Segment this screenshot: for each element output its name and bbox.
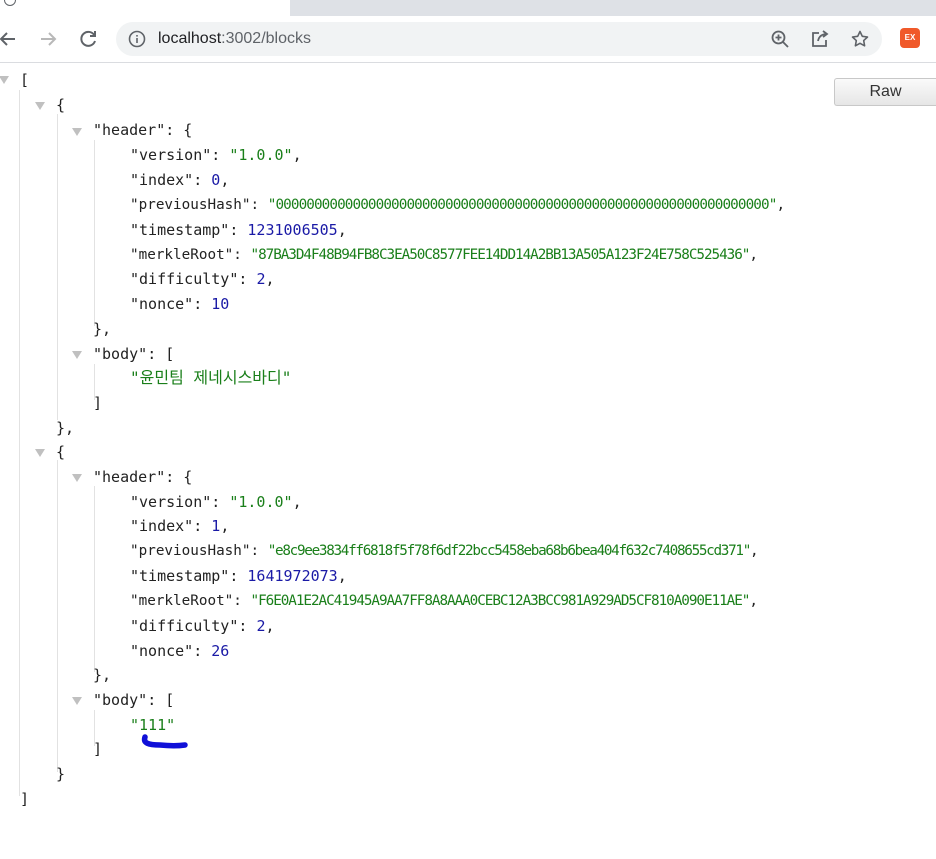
collapse-root-icon[interactable] xyxy=(0,76,9,84)
url-path: :3002/blocks xyxy=(221,30,311,47)
underline-annotation xyxy=(141,734,188,749)
json-line: ] xyxy=(93,740,103,758)
json-line: "윤민팀 제네시스바디" xyxy=(130,366,291,390)
json-line: }, xyxy=(93,666,112,684)
json-value: "000000000000000000000000000000000000000… xyxy=(267,197,778,213)
collapse-header-1-icon[interactable] xyxy=(72,474,82,482)
url-host: localhost xyxy=(158,30,222,47)
json-line: "body": [ xyxy=(93,345,175,363)
url-text[interactable]: localhost:3002/blocks xyxy=(158,22,311,56)
json-line: "previousHash": "e8c9ee3834ff6818f5f78f6… xyxy=(130,543,759,559)
json-value: "1.0.0" xyxy=(229,146,293,164)
json-line: }, xyxy=(93,320,112,338)
reload-button[interactable] xyxy=(76,27,100,51)
json-line: "nonce": 10 xyxy=(130,295,230,313)
json-line: "timestamp": 1231006505, xyxy=(130,221,347,239)
json-value: "윤민팀 제네시스바디" xyxy=(130,368,292,387)
back-button[interactable] xyxy=(0,27,20,51)
json-value: "F6E0A1E2AC41945A9AA7FF8A8AAA0CEBC12A3BC… xyxy=(250,593,751,609)
json-line: "header": { xyxy=(93,468,193,486)
json-value: 10 xyxy=(211,295,230,313)
json-line: "difficulty": 2, xyxy=(130,617,275,635)
forward-icon xyxy=(41,32,57,46)
address-bar[interactable]: localhost:3002/blocks xyxy=(116,22,882,56)
indent-guide xyxy=(57,460,58,772)
active-tab[interactable] xyxy=(0,0,290,16)
tab-favicon-icon xyxy=(4,0,16,6)
indent-guide xyxy=(57,114,58,420)
forward-button[interactable] xyxy=(36,27,60,51)
json-line: { xyxy=(56,96,66,114)
json-value: 1 xyxy=(211,517,221,535)
json-value: 1231006505 xyxy=(247,221,338,239)
json-value: "e8c9ee3834ff6818f5f78f6df22bcc5458eba68… xyxy=(267,543,752,559)
json-line: "version": "1.0.0", xyxy=(130,146,302,164)
json-line: "body": [ xyxy=(93,691,175,709)
collapse-header-0-icon[interactable] xyxy=(72,128,82,136)
json-line: ] xyxy=(20,790,30,808)
json-line: "index": 1, xyxy=(130,517,230,535)
collapse-body-0-icon[interactable] xyxy=(72,351,82,359)
json-value: 0 xyxy=(211,171,221,189)
json-line: "header": { xyxy=(93,121,193,139)
json-line: ] xyxy=(93,394,103,412)
collapse-block-0-icon[interactable] xyxy=(35,102,45,110)
share-icon[interactable] xyxy=(810,29,830,49)
json-line: } xyxy=(56,765,66,783)
indent-guide xyxy=(94,140,95,326)
collapse-body-1-icon[interactable] xyxy=(72,697,82,705)
back-icon xyxy=(0,32,15,46)
json-line: { xyxy=(56,443,66,461)
json-line: "previousHash": "00000000000000000000000… xyxy=(130,197,786,213)
json-line: [ xyxy=(20,71,30,89)
json-line: "timestamp": 1641972073, xyxy=(130,567,347,585)
json-line: }, xyxy=(56,419,75,437)
json-value: 1641972073 xyxy=(247,567,338,585)
json-line: "version": "1.0.0", xyxy=(130,493,302,511)
json-line: "nonce": 26 xyxy=(130,642,230,660)
star-icon[interactable] xyxy=(850,29,870,49)
json-line: "merkleRoot": "87BA3D4F48B94FB8C3EA50C85… xyxy=(130,247,758,263)
json-line: "index": 0, xyxy=(130,171,230,189)
raw-button[interactable]: Raw xyxy=(834,78,936,106)
json-value: 26 xyxy=(211,642,230,660)
extension-icon[interactable]: EX xyxy=(900,28,920,48)
zoom-icon[interactable] xyxy=(770,29,790,49)
tab-strip xyxy=(0,0,936,16)
browser-toolbar: localhost:3002/blocks EX xyxy=(0,16,936,63)
indent-guide xyxy=(94,486,95,672)
indent-guide xyxy=(19,90,20,796)
collapse-block-1-icon[interactable] xyxy=(35,449,45,457)
json-line: "difficulty": 2, xyxy=(130,270,275,288)
json-line: "merkleRoot": "F6E0A1E2AC41945A9AA7FF8A8… xyxy=(130,593,758,609)
reload-icon xyxy=(80,30,96,47)
json-value: "87BA3D4F48B94FB8C3EA50C8577FEE14DD14A2B… xyxy=(250,247,751,263)
info-icon[interactable] xyxy=(128,30,146,48)
json-value: "1.0.0" xyxy=(229,493,293,511)
